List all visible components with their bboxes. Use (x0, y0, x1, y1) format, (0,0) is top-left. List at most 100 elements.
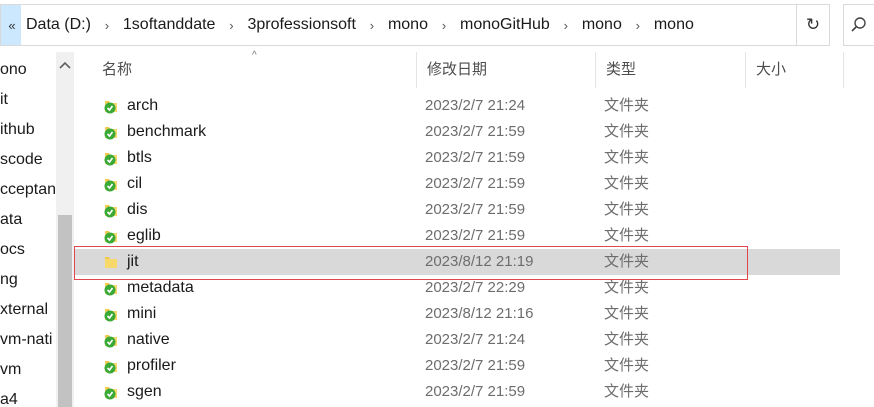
file-type: 文件夹 (604, 279, 650, 296)
nav-item[interactable]: xternal (0, 295, 56, 325)
nav-item[interactable]: cceptan (0, 175, 56, 205)
synced-folder-icon (102, 149, 120, 167)
nav-item[interactable]: ocs (0, 235, 56, 265)
synced-folder-icon (102, 305, 120, 323)
column-header-size[interactable]: 大小 (746, 52, 844, 88)
file-name: dis (127, 201, 148, 218)
file-type: 文件夹 (604, 357, 650, 374)
address-bar[interactable]: « Data (D:) › 1softanddate › 3profession… (0, 4, 797, 46)
search-box[interactable] (843, 4, 874, 46)
file-row[interactable]: cil 2023/2/7 21:59 文件夹 (74, 171, 840, 197)
breadcrumb-item-mono[interactable]: mono (388, 16, 428, 34)
address-bar-row: « Data (D:) › 1softanddate › 3profession… (0, 0, 874, 52)
file-type: 文件夹 (604, 149, 650, 166)
synced-folder-icon (102, 383, 120, 401)
breadcrumb-item-3professionsoft[interactable]: 3professionsoft (247, 16, 356, 34)
search-icon (851, 17, 866, 32)
refresh-icon: ↻ (805, 15, 821, 34)
breadcrumb-item-drive[interactable]: Data (D:) (26, 16, 91, 34)
breadcrumb-item-monogithub[interactable]: monoGitHub (460, 16, 550, 34)
file-name: jit (127, 253, 139, 270)
synced-folder-icon (102, 227, 120, 245)
file-type: 文件夹 (604, 123, 650, 140)
nav-item[interactable]: scode (0, 145, 56, 175)
nav-item[interactable]: ithub (0, 115, 56, 145)
file-type: 文件夹 (604, 305, 650, 322)
file-name: mini (127, 305, 157, 322)
file-date-modified: 2023/8/12 21:16 (425, 305, 534, 322)
nav-item[interactable]: ata (0, 205, 56, 235)
file-name: profiler (127, 357, 176, 374)
file-type: 文件夹 (604, 97, 650, 114)
synced-folder-icon (102, 357, 120, 375)
breadcrumb-item-1softanddate[interactable]: 1softanddate (123, 16, 216, 34)
file-row[interactable]: native 2023/2/7 21:24 文件夹 (74, 327, 840, 353)
chevron-right-icon[interactable]: › (91, 18, 123, 33)
scroll-up-button[interactable] (56, 56, 74, 74)
file-row[interactable]: mini 2023/8/12 21:16 文件夹 (74, 301, 840, 327)
chevron-up-icon (59, 61, 71, 69)
chevron-right-icon[interactable]: › (550, 18, 582, 33)
nav-scrollbar[interactable] (56, 52, 74, 407)
file-row[interactable]: arch 2023/2/7 21:24 文件夹 (74, 93, 840, 119)
file-date-modified: 2023/2/7 21:59 (425, 227, 526, 244)
folder-icon (102, 253, 120, 271)
nav-item[interactable]: vm-nati (0, 325, 56, 355)
file-date-modified: 2023/2/7 21:59 (425, 123, 526, 140)
file-type: 文件夹 (604, 331, 650, 348)
file-name: benchmark (127, 123, 207, 140)
navigation-pane: ono it ithub scode cceptan ata ocs ng xt… (0, 52, 56, 407)
synced-folder-icon (102, 97, 120, 115)
file-date-modified: 2023/2/7 21:24 (425, 331, 526, 348)
file-date-modified: 2023/2/7 22:29 (425, 279, 526, 296)
synced-folder-icon (102, 123, 120, 141)
file-date-modified: 2023/2/7 21:59 (425, 201, 526, 218)
file-name: btls (127, 149, 152, 166)
file-row[interactable]: metadata 2023/2/7 22:29 文件夹 (74, 275, 840, 301)
file-type: 文件夹 (604, 175, 650, 192)
file-date-modified: 2023/2/7 21:59 (425, 149, 526, 166)
file-row[interactable]: sgen 2023/2/7 21:59 文件夹 (74, 379, 840, 405)
file-row[interactable]: btls 2023/2/7 21:59 文件夹 (74, 145, 840, 171)
file-row[interactable]: profiler 2023/2/7 21:59 文件夹 (74, 353, 840, 379)
file-row[interactable]: eglib 2023/2/7 21:59 文件夹 (74, 223, 840, 249)
file-row[interactable]: benchmark 2023/2/7 21:59 文件夹 (74, 119, 840, 145)
file-date-modified: 2023/2/7 21:59 (425, 383, 526, 400)
chevron-right-icon[interactable]: › (356, 18, 388, 33)
nav-item[interactable]: ono (0, 55, 56, 85)
synced-folder-icon (102, 279, 120, 297)
file-row[interactable]: jit 2023/8/12 21:19 文件夹 (74, 249, 840, 275)
column-header-name[interactable]: 名称 (92, 52, 417, 88)
synced-folder-icon (102, 175, 120, 193)
nav-item[interactable]: a4 (0, 385, 56, 407)
synced-folder-icon (102, 201, 120, 219)
file-name: cil (127, 175, 143, 192)
address-expand-button[interactable]: « (1, 5, 21, 45)
file-date-modified: 2023/2/7 21:24 (425, 97, 526, 114)
nav-item[interactable]: vm (0, 355, 56, 385)
file-type: 文件夹 (604, 253, 650, 270)
file-date-modified: 2023/8/12 21:19 (425, 253, 534, 270)
chevron-right-icon[interactable]: › (215, 18, 247, 33)
refresh-button[interactable]: ↻ (797, 4, 830, 46)
file-name: arch (127, 97, 159, 114)
nav-item[interactable]: it (0, 85, 56, 115)
nav-item[interactable]: ng (0, 265, 56, 295)
breadcrumb: Data (D:) › 1softanddate › 3professionso… (21, 5, 796, 45)
column-header-date[interactable]: 修改日期 (417, 52, 596, 88)
synced-folder-icon (102, 331, 120, 349)
file-date-modified: 2023/2/7 21:59 (425, 175, 526, 192)
breadcrumb-item-mono-3[interactable]: mono (654, 16, 694, 34)
file-type: 文件夹 (604, 201, 650, 218)
column-header-type[interactable]: 类型 (596, 52, 746, 88)
file-row[interactable]: dis 2023/2/7 21:59 文件夹 (74, 197, 840, 223)
file-type: 文件夹 (604, 383, 650, 400)
chevron-right-icon[interactable]: › (622, 18, 654, 33)
breadcrumb-item-mono-2[interactable]: mono (582, 16, 622, 34)
file-type: 文件夹 (604, 227, 650, 244)
chevron-right-icon[interactable]: › (428, 18, 460, 33)
file-name: sgen (127, 383, 162, 400)
scrollbar-thumb[interactable] (58, 215, 72, 407)
column-header-row: ^ 名称 修改日期 类型 大小 (74, 50, 874, 88)
file-name: metadata (127, 279, 194, 296)
